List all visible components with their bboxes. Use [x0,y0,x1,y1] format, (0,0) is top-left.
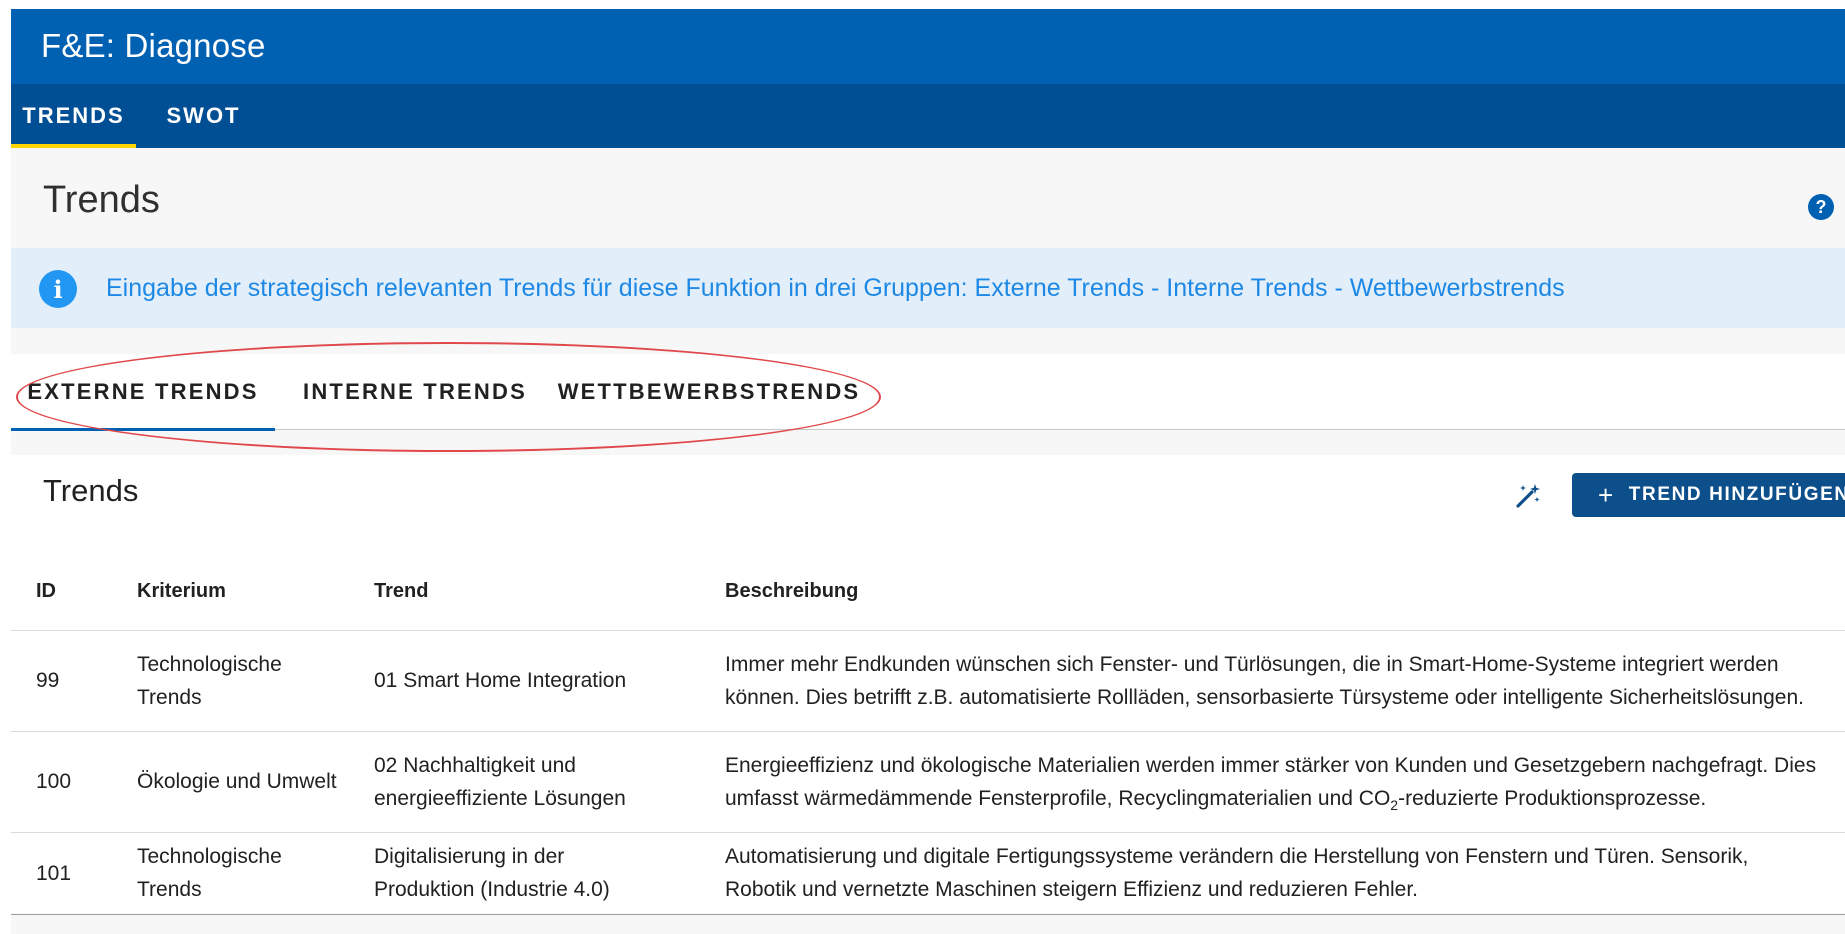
subscript-two: 2 [1390,796,1399,813]
cell-beschreibung: Immer mehr Endkunden wünschen sich Fenst… [725,630,1845,732]
info-banner: i Eingabe der strategisch relevanten Tre… [11,248,1845,328]
magic-wand-icon[interactable] [1513,481,1543,511]
info-text: Eingabe der strategisch relevanten Trend… [106,274,1565,302]
cell-trend: 02 Nachhaltigkeit und energieeffiziente … [374,731,725,833]
add-trend-label: TREND HINZUFÜGEN [1628,484,1845,505]
tab-wettbewerbstrends[interactable]: WETTBEWERBSTRENDS [551,354,867,430]
main-nav: TRENDS SWOT [11,84,1845,148]
tab-externe-trends[interactable]: EXTERNE TRENDS [11,354,275,431]
cell-id: 101 [11,832,137,915]
table-row[interactable]: 100 Ökologie und Umwelt 02 Nachhaltigkei… [11,731,1845,833]
cell-id: 100 [11,731,137,833]
plus-icon: + [1598,480,1615,510]
cell-beschreibung: Automatisierung und digitale Fertigungss… [725,832,1845,915]
tab-interne-trends[interactable]: INTERNE TRENDS [286,354,544,430]
app-frame: F&E: Diagnose TRENDS SWOT Trends ? i Ein… [11,9,1845,934]
column-header-beschreibung[interactable]: Beschreibung [725,553,1845,631]
app-bar: F&E: Diagnose [11,9,1845,84]
cell-kriterium: Ökologie und Umwelt [137,731,374,833]
cell-beschreibung: Energieeffizienz und ökologische Materia… [725,731,1845,833]
trends-table: ID Kriterium Trend Beschreibung 99 Techn… [11,553,1845,915]
add-trend-button[interactable]: + TREND HINZUFÜGEN [1572,473,1845,517]
table-header-row: ID Kriterium Trend Beschreibung [11,553,1845,631]
cell-trend: 01 Smart Home Integration [374,630,725,732]
cell-id: 99 [11,630,137,732]
beschreibung-text-end: -reduzierte Produktionsprozesse. [1398,786,1707,810]
app-title: F&E: Diagnose [41,27,266,64]
column-header-kriterium[interactable]: Kriterium [137,553,374,631]
page-title: Trends [43,179,160,221]
cell-trend: Digitalisierung in der Produktion (Indus… [374,832,725,915]
nav-tab-swot[interactable]: SWOT [146,84,261,148]
cell-kriterium: Technologische Trends [137,630,374,732]
nav-tab-trends[interactable]: TRENDS [11,84,136,148]
table-row[interactable]: 99 Technologische Trends 01 Smart Home I… [11,630,1845,732]
card-title: Trends [43,473,139,508]
trends-card: Trends + TREND HINZUFÜGEN ID Kriterium T… [11,455,1845,915]
info-circle-icon: i [39,270,77,308]
trend-group-tabs: EXTERNE TRENDS INTERNE TRENDS WETTBEWERB… [11,354,1845,431]
cell-kriterium: Technologische Trends [137,832,374,915]
column-header-trend[interactable]: Trend [374,553,725,631]
table-row[interactable]: 101 Technologische Trends Digitalisierun… [11,832,1845,915]
question-circle-icon[interactable]: ? [1808,194,1834,220]
column-header-id[interactable]: ID [11,553,137,631]
